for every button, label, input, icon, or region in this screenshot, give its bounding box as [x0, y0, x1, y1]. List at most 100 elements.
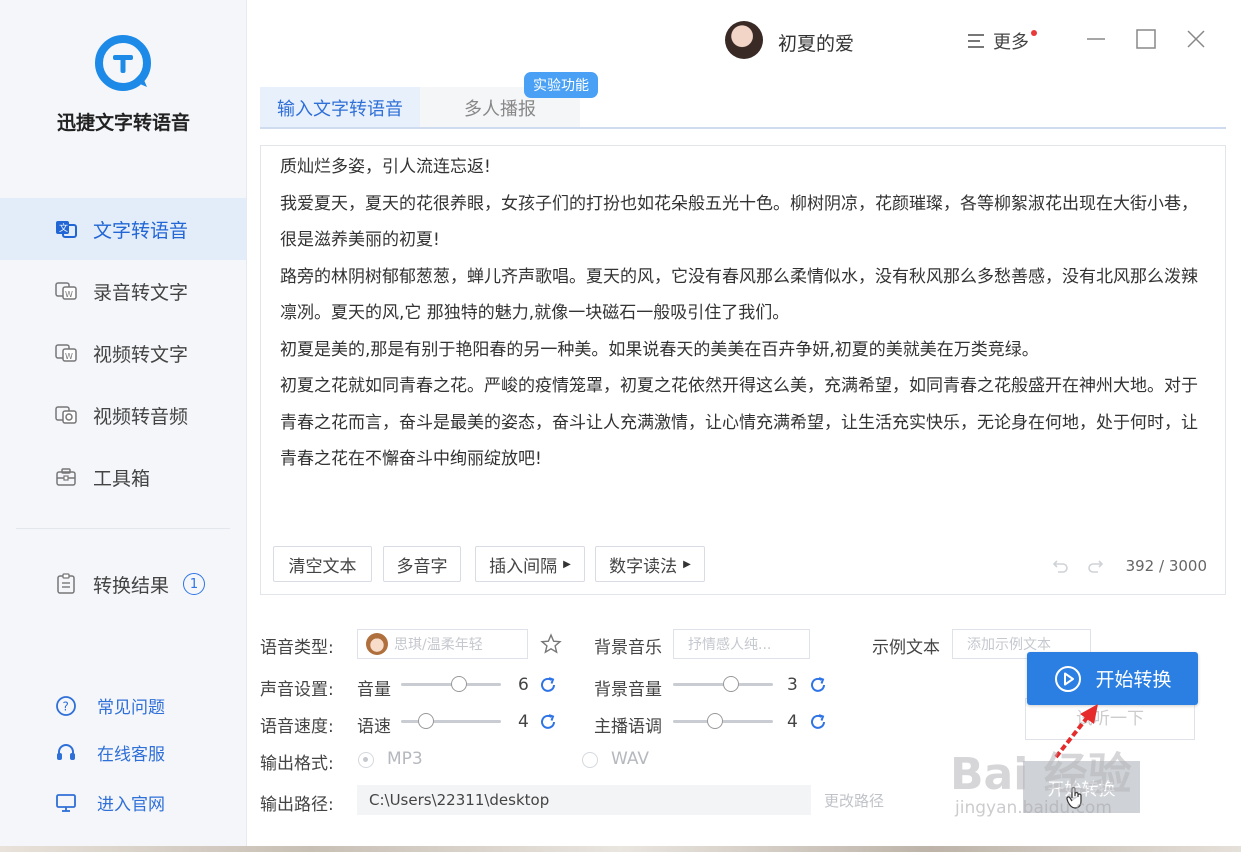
bgm-select[interactable]: 抒情感人纯... [673, 629, 810, 659]
editor-content[interactable]: 质灿烂多姿，引人流连忘返! 我爱夏天，夏天的花很养眼，女孩子们的打扮也如花朵般五… [280, 149, 1218, 478]
video-to-text-icon: W [55, 342, 77, 364]
editor-line: 凛冽。夏天的风,它 那独特的魅力,就像一块磁石一般吸引住了我们。 [280, 303, 790, 323]
undo-icon[interactable] [1050, 556, 1070, 576]
sidebar-item-label: 录音转文字 [93, 281, 189, 304]
sidebar-item-label: 工具箱 [93, 467, 151, 490]
app-name: 迅捷文字转语音 [56, 112, 190, 134]
text-editor[interactable]: 质灿烂多姿，引人流连忘返! 我爱夏天，夏天的花很养眼，女孩子们的打扮也如花朵般五… [260, 145, 1226, 595]
sidebar: 迅捷文字转语音 文 文字转语音 W 录音转文字 W 视频转文字 视频转音频 工具… [0, 0, 247, 852]
experimental-badge: 实验功能 [524, 72, 598, 98]
play-circle-icon [1055, 665, 1082, 692]
question-icon: ? [55, 695, 77, 717]
editor-line: 青春之花在不懈奋斗中绚丽绽放吧! [280, 449, 542, 469]
sidebar-item-label: 视频转文字 [93, 343, 189, 366]
faq-link[interactable]: ? 常见问题 [55, 693, 165, 718]
voice-type-label: 语音类型: [260, 638, 334, 658]
speed-sub-label: 语速 [357, 717, 391, 737]
slider-knob[interactable] [417, 713, 434, 729]
number-reading-button[interactable]: 数字读法 ▶ [595, 546, 705, 582]
voice-select[interactable]: 思琪/温柔年轻 [357, 629, 528, 659]
editor-line: 初夏是美的,那是有别于艳阳春的另一种美。如果说春天的美美在百卉争妍,初夏的美就美… [280, 339, 1039, 360]
speed-slider[interactable] [401, 713, 501, 729]
insert-pause-button[interactable]: 插入间隔 ▶ [475, 546, 585, 582]
more-menu-button[interactable]: 更多 [967, 28, 1037, 54]
reset-icon[interactable] [809, 676, 827, 694]
support-link[interactable]: 在线客服 [55, 740, 165, 765]
desktop-background-strip [0, 846, 1241, 852]
more-label: 更多 [993, 32, 1029, 53]
star-icon[interactable] [540, 633, 562, 655]
tab-underline [260, 127, 1226, 129]
change-path-link[interactable]: 更改路径 [824, 790, 884, 811]
volume-label: 音量 [357, 680, 391, 700]
support-label: 在线客服 [97, 745, 165, 765]
minimize-button[interactable] [1081, 24, 1111, 54]
start-convert-button[interactable]: 开始转换 [1027, 652, 1198, 705]
pitch-slider[interactable] [673, 713, 773, 729]
clear-text-label: 清空文本 [288, 556, 357, 577]
svg-text:W: W [65, 352, 73, 361]
sidebar-item-results[interactable]: 转换结果 1 [0, 553, 246, 615]
output-path-field[interactable]: C:\Users\22311\desktop [357, 785, 811, 815]
slider-track [401, 720, 501, 723]
maximize-icon [1136, 29, 1156, 49]
format-mp3-radio[interactable] [358, 752, 374, 768]
sidebar-item-label: 视频转音频 [93, 405, 189, 428]
voice-select-value: 思琪/温柔年轻 [394, 637, 483, 653]
close-icon [1187, 30, 1205, 48]
speed-label: 语音速度: [260, 717, 334, 737]
headset-icon [55, 742, 77, 764]
sidebar-divider [16, 528, 230, 529]
sidebar-item-label: 转换结果 [93, 574, 170, 597]
website-link[interactable]: 进入官网 [55, 790, 165, 815]
maximize-button[interactable] [1131, 24, 1161, 54]
avatar[interactable] [725, 21, 763, 59]
slider-knob[interactable] [451, 676, 468, 692]
format-wav-radio[interactable] [582, 752, 598, 768]
polyphone-label: 多音字 [396, 556, 448, 577]
sidebar-item-video-to-audio[interactable]: 视频转音频 [0, 384, 246, 446]
format-mp3-label[interactable]: MP3 [387, 749, 423, 769]
document-list-icon [55, 573, 77, 595]
bg-volume-value: 3 [787, 675, 798, 695]
editor-line: 初夏之花就如同青春之花。严峻的疫情笼罩，初夏之花依然开得这么美，充满希望，如同青… [280, 376, 1198, 396]
clear-text-button[interactable]: 清空文本 [273, 546, 372, 582]
format-wav-label[interactable]: WAV [611, 749, 649, 769]
caret-right-icon: ▶ [563, 558, 571, 570]
start-convert-label: 开始转换 [1095, 669, 1172, 691]
sidebar-item-video-to-text[interactable]: W 视频转文字 [0, 322, 246, 384]
sidebar-item-audio-to-text[interactable]: W 录音转文字 [0, 260, 246, 322]
editor-line: 我爱夏天，夏天的花很养眼，女孩子们的打扮也如花朵般五光十色。柳树阴凉，花颜璀璨，… [280, 193, 1198, 214]
number-reading-label: 数字读法 [609, 556, 678, 577]
polyphone-button[interactable]: 多音字 [383, 546, 461, 582]
close-button[interactable] [1181, 24, 1211, 54]
username[interactable]: 初夏的爱 [778, 29, 854, 56]
sidebar-item-text-to-speech[interactable]: 文 文字转语音 [0, 198, 246, 260]
svg-text:?: ? [63, 699, 69, 713]
reset-icon[interactable] [539, 676, 557, 694]
redo-icon[interactable] [1086, 556, 1106, 576]
pitch-value: 4 [787, 712, 798, 732]
reset-icon[interactable] [539, 713, 557, 731]
sample-text-label: 示例文本 [872, 638, 940, 658]
voice-avatar-icon [366, 633, 388, 655]
bg-volume-slider[interactable] [673, 676, 773, 692]
slider-knob[interactable] [723, 676, 740, 692]
volume-slider[interactable] [401, 676, 501, 692]
minimize-icon [1087, 38, 1105, 40]
watermark-url: jingyan.baidu.com [955, 798, 1112, 818]
editor-line: 路旁的林阴树郁郁葱葱，蝉儿齐声歌唱。夏天的风，它没有春风那么柔情似水，没有秋风那… [280, 266, 1198, 287]
editor-line: 青春之花而言，奋斗是最美的姿态，奋斗让人充满激情，让心情充满希望，让生活充实快乐… [280, 412, 1198, 433]
sidebar-item-toolbox[interactable]: 工具箱 [0, 446, 246, 508]
text-to-speech-icon: 文 [55, 218, 77, 240]
app-logo-icon [95, 35, 151, 91]
tab-text-to-speech[interactable]: 输入文字转语音 [260, 87, 420, 128]
pitch-label: 主播语调 [594, 717, 662, 737]
editor-line: 质灿烂多姿，引人流连忘返! [280, 157, 491, 177]
slider-knob[interactable] [706, 713, 723, 729]
menu-lines-icon [967, 33, 985, 49]
sound-settings-label: 声音设置: [260, 680, 334, 700]
reset-icon[interactable] [809, 713, 827, 731]
video-to-audio-icon [55, 404, 77, 426]
editor-line: 很是滋养美丽的初夏! [280, 230, 440, 250]
